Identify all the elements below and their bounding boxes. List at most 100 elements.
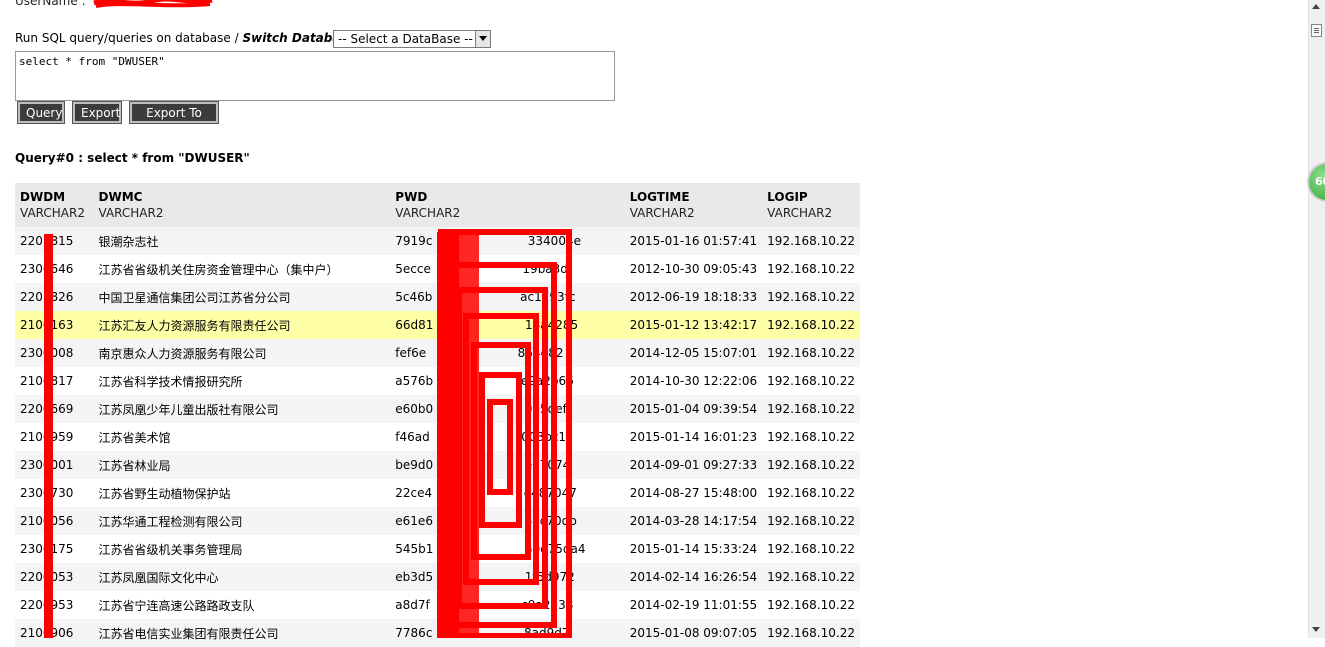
table-cell-logtime: 2012-10-30 09:05:43 [624,255,763,283]
table-row[interactable]: 2300175 江苏省省级机关事务管理局 545b1 50e75da4 2015-01… [15,535,860,563]
username-line: UserName : [15,0,214,9]
database-select[interactable]: -- Select a DataBase -- [333,30,491,48]
table-cell-logip: 192.168.10.22 [762,395,860,423]
table-cell-dwdm: 2200669 [15,395,94,423]
table-cell-pwd: 5c46b ac1793fc [390,283,625,311]
table-cell-dwmc: 江苏省省级机关住房资金管理中心（集中户） [93,255,391,283]
table-row[interactable]: 2300001 江苏省林业局 be9d0 e87074 2014-09-01 09:2… [15,451,860,479]
table-cell-logip: 192.168.10.22 [762,339,860,367]
table-cell-pwd: f46ad 003bc1 [390,423,625,451]
query-button[interactable]: Query [17,101,65,124]
table-cell-dwmc: 江苏省宁连高速公路路政支队 [93,591,391,619]
column-header: PWD VARCHAR2 [390,183,625,227]
table-cell-pwd: 5ecce 19ba3d [390,255,625,283]
table-cell-dwmc: 江苏省电信实业集团有限责任公司 [93,619,391,647]
table-cell-logip: 192.168.10.22 [762,227,860,255]
username-label: UserName : [15,0,86,8]
table-cell-dwdm: 2200953 [15,591,94,619]
table-cell-dwdm: 2100906 [15,619,94,647]
table-cell-logtime: 2014-02-14 16:26:54 [624,563,763,591]
table-cell-pwd: 7786c 8ad9d7 [390,619,625,647]
table-cell-pwd: e60b0 005deff [390,395,625,423]
table-cell-dwdm: 2300646 [15,255,94,283]
sql-query-input[interactable]: select * from "DWUSER" [15,51,615,101]
table-cell-pwd: 22ce4 e487047 [390,479,625,507]
table-cell-logip: 192.168.10.22 [762,563,860,591]
table-cell-logtime: 2015-01-12 13:42:17 [624,311,763,339]
table-cell-dwmc: 中国卫星通信集团公司江苏省分公司 [93,283,391,311]
table-cell-pwd: e61e6 6bc70db [390,507,625,535]
table-row[interactable]: 2201826 中国卫星通信集团公司江苏省分公司 5c46b ac1793fc 201… [15,283,860,311]
table-cell-dwdm: 2100817 [15,367,94,395]
table-cell-logip: 192.168.10.22 [762,507,860,535]
table-cell-logip: 192.168.10.22 [762,479,860,507]
table-cell-logip: 192.168.10.22 [762,255,860,283]
table-cell-dwmc: 江苏省省级机关事务管理局 [93,535,391,563]
table-cell-logip: 192.168.10.22 [762,535,860,563]
table-row[interactable]: 2200953 江苏省宁连高速公路路政支队 a8d7f c9a2238 2014-02… [15,591,860,619]
table-cell-dwdm: 2200053 [15,563,94,591]
table-cell-logip: 192.168.10.22 [762,423,860,451]
table-row[interactable]: 2100163 江苏汇友人力资源服务有限责任公司 66d81 18a4285 2015… [15,311,860,339]
scroll-down-icon[interactable] [1312,627,1320,632]
table-cell-pwd: eb3d5 1f5d972 [390,563,625,591]
table-row[interactable]: 2100959 江苏省美术馆 f46ad 003bc1 2015-01-14 16:0… [15,423,860,451]
table-cell-logtime: 2014-03-28 14:17:54 [624,507,763,535]
table-row[interactable]: 2300646 江苏省省级机关住房资金管理中心（集中户） 5ecce 19ba3d 2… [15,255,860,283]
table-cell-logip: 192.168.10.22 [762,311,860,339]
table-cell-pwd: a576b e9a2b66 [390,367,625,395]
export-to-file-button[interactable]: Export To File [129,101,219,137]
username-redaction [92,0,214,9]
chevron-down-icon[interactable] [475,31,490,47]
table-cell-dwdm: 2100163 [15,311,94,339]
table-row[interactable]: 2200053 江苏凤凰国际文化中心 eb3d5 1f5d972 2014-02-14… [15,563,860,591]
table-cell-dwmc: 江苏省美术馆 [93,423,391,451]
run-sql-text: Run SQL query/queries on database / [15,31,243,45]
table-cell-logtime: 2012-06-19 18:18:33 [624,283,763,311]
table-cell-dwdm: 2201826 [15,283,94,311]
table-row[interactable]: 2300008 南京惠众人力资源服务有限公司 fef6e 854d82 2014-12… [15,339,860,367]
table-row[interactable]: 2100817 江苏省科学技术情报研究所 a576b e9a2b66 2014-10-… [15,367,860,395]
table-cell-dwmc: 江苏汇友人力资源服务有限责任公司 [93,311,391,339]
column-header: LOGIP VARCHAR2 [762,183,860,227]
table-cell-dwmc: 江苏省科学技术情报研究所 [93,367,391,395]
table-cell-dwmc: 江苏省林业局 [93,451,391,479]
table-cell-pwd: 7919c 334004e [390,227,625,255]
table-row[interactable]: 2100056 江苏华通工程检测有限公司 e61e6 6bc70db 2014-03-… [15,507,860,535]
table-cell-pwd: be9d0 e87074 [390,451,625,479]
scroll-up-icon[interactable] [1312,4,1320,9]
table-cell-dwdm: 2300730 [15,479,94,507]
table-cell-dwmc: 银潮杂志社 [93,227,391,255]
table-cell-dwdm: 2201815 [15,227,94,255]
table-row[interactable]: 2300730 江苏省野生动植物保护站 22ce4 e487047 2014-08-2… [15,479,860,507]
table-cell-dwmc: 江苏凤凰国际文化中心 [93,563,391,591]
table-cell-logip: 192.168.10.22 [762,367,860,395]
table-cell-pwd: 545b1 50e75da4 [390,535,625,563]
table-cell-logip: 192.168.10.22 [762,619,860,647]
table-cell-logip: 192.168.10.22 [762,451,860,479]
table-cell-logtime: 2015-01-14 15:33:24 [624,535,763,563]
table-cell-logtime: 2014-02-19 11:01:55 [624,591,763,619]
query-result-title: Query#0 : select * from "DWUSER" [15,151,250,165]
table-cell-pwd: 66d81 18a4285 [390,311,625,339]
table-cell-dwdm: 2100959 [15,423,94,451]
column-header: DWDM VARCHAR2 [15,183,94,227]
table-cell-logtime: 2015-01-16 01:57:41 [624,227,763,255]
export-button[interactable]: Export [72,101,122,124]
table-cell-dwdm: 2300001 [15,451,94,479]
table-cell-pwd: a8d7f c9a2238 [390,591,625,619]
table-cell-logtime: 2015-01-14 16:01:23 [624,423,763,451]
table-row[interactable]: 2100906 江苏省电信实业集团有限责任公司 7786c 8ad9d7 2015-0… [15,619,860,647]
vertical-scrollbar[interactable] [1308,0,1325,638]
table-cell-dwdm: 2100056 [15,507,94,535]
table-cell-logtime: 2015-01-08 09:07:05 [624,619,763,647]
table-cell-dwdm: 2300175 [15,535,94,563]
column-header: LOGTIME VARCHAR2 [624,183,763,227]
table-cell-logtime: 2014-09-01 09:27:33 [624,451,763,479]
table-row[interactable]: 2200669 江苏凤凰少年儿童出版社有限公司 e60b0 005deff 2015-… [15,395,860,423]
table-cell-logtime: 2014-08-27 15:48:00 [624,479,763,507]
table-cell-logtime: 2015-01-04 09:39:54 [624,395,763,423]
table-cell-logtime: 2014-12-05 15:07:01 [624,339,763,367]
table-row[interactable]: 2201815 银潮杂志社 7919c 334004e 2015-01-16 01:5… [15,227,860,255]
scroll-thumb[interactable] [1311,24,1322,37]
